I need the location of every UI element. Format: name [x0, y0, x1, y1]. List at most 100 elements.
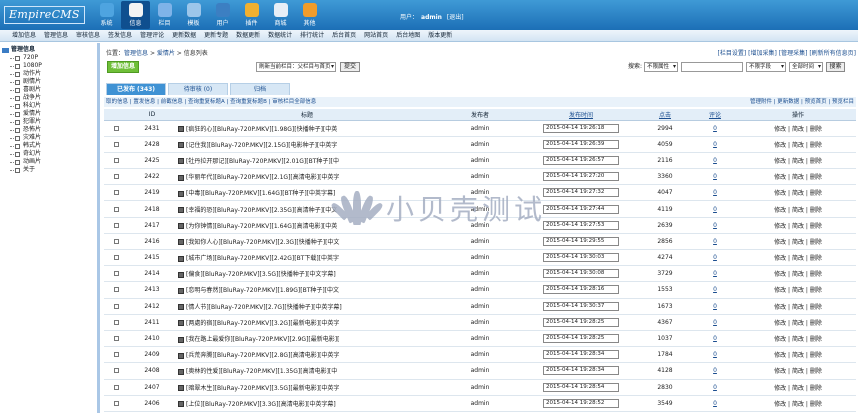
action-links-left[interactable]: 取的信息 | 置发信息 | 前截信息 | 查询重复标题A | 查询重复标题B |… — [106, 99, 316, 105]
quick-edit-link[interactable]: 简改 — [792, 368, 804, 375]
edit-link[interactable]: 修改 — [774, 223, 786, 230]
tree-item[interactable]: 犯罪片 — [2, 118, 95, 126]
tree-item[interactable]: 奇幻片 — [2, 150, 95, 158]
delete-link[interactable]: 删除 — [810, 401, 822, 408]
delete-link[interactable]: 删除 — [810, 158, 822, 165]
tree-item[interactable]: 720P — [2, 54, 95, 62]
row-title[interactable]: [我在路上最爱你][BluRay-720P.MKV][2.9G][最新电影][ — [186, 336, 339, 343]
row-checkbox[interactable] — [113, 336, 119, 342]
tab-2[interactable]: 归档 — [230, 83, 290, 95]
col-comments[interactable]: 评论 — [690, 109, 740, 121]
row-comments[interactable]: 0 — [713, 335, 717, 342]
subnav-item[interactable]: 版本更新 — [428, 30, 452, 41]
row-comments[interactable]: 0 — [713, 222, 717, 229]
row-title[interactable]: [偏食][BluRay-720P.MKV][3.5G][快播种子][中文字幕] — [186, 271, 336, 278]
tree-item[interactable]: 动画片 — [2, 158, 95, 166]
quick-edit-link[interactable]: 简改 — [792, 207, 804, 214]
delete-link[interactable]: 删除 — [810, 271, 822, 278]
topnav-item-5[interactable]: 插件 — [237, 1, 266, 29]
topnav-item-6[interactable]: 商城 — [266, 1, 295, 29]
row-time-input[interactable]: 2015-04-14 19:28:25 — [543, 334, 619, 344]
empirecms-logo[interactable]: EmpireCMS — [4, 6, 85, 24]
tree-item[interactable]: 科幻片 — [2, 102, 95, 110]
quick-edit-link[interactable]: 简改 — [792, 320, 804, 327]
row-title[interactable]: [为你钟情][BluRay-720P.MKV][1.64G][高清电影][中英 — [186, 223, 337, 230]
row-time-input[interactable]: 2015-04-14 19:27:32 — [543, 188, 619, 198]
row-time-input[interactable]: 2015-04-14 19:30:37 — [543, 301, 619, 311]
topnav-item-2[interactable]: 栏目 — [150, 1, 179, 29]
edit-link[interactable]: 修改 — [774, 174, 786, 181]
row-title[interactable]: [牡丹拉开那记][BluRay-720P.MKV][2.01G][BT种子][中 — [186, 158, 339, 165]
top-right-links[interactable]: [栏目设置] [增加采集] [管理采集] [刷新所有信息页] — [718, 48, 856, 57]
edit-link[interactable]: 修改 — [774, 385, 786, 392]
quick-edit-link[interactable]: 简改 — [792, 401, 804, 408]
delete-link[interactable]: 删除 — [810, 223, 822, 230]
row-title[interactable]: [奥林的性爱][BluRay-720P.MKV][1.35G][高清电影][中 — [186, 368, 337, 375]
quick-edit-link[interactable]: 简改 — [792, 352, 804, 359]
quick-edit-link[interactable]: 简改 — [792, 287, 804, 294]
delete-link[interactable]: 删除 — [810, 255, 822, 262]
row-time-input[interactable]: 2015-04-14 19:30:03 — [543, 253, 619, 263]
topnav-item-3[interactable]: 模板 — [179, 1, 208, 29]
tree-item[interactable]: 韩式片 — [2, 142, 95, 150]
row-comments[interactable]: 0 — [713, 125, 717, 132]
row-title[interactable]: [恋明与春然][BluRay-720P.MKV][1.89G][BT种子][中文 — [186, 287, 339, 294]
topnav-item-1[interactable]: 信息 — [121, 1, 150, 29]
quick-edit-link[interactable]: 简改 — [792, 142, 804, 149]
row-time-input[interactable]: 2015-04-14 19:29:55 — [543, 236, 619, 246]
delete-link[interactable]: 删除 — [810, 320, 822, 327]
quick-edit-link[interactable]: 简改 — [792, 190, 804, 197]
tree-item[interactable]: 关于 — [2, 166, 95, 174]
delete-link[interactable]: 删除 — [810, 368, 822, 375]
row-checkbox[interactable] — [113, 157, 119, 163]
search-input[interactable] — [681, 62, 743, 72]
delete-link[interactable]: 删除 — [810, 352, 822, 359]
row-checkbox[interactable] — [113, 125, 119, 131]
edit-link[interactable]: 修改 — [774, 304, 786, 311]
subnav-item[interactable]: 审核信息 — [76, 30, 100, 41]
row-time-input[interactable]: 2015-04-14 19:26:39 — [543, 139, 619, 149]
tree-item[interactable]: 战争片 — [2, 94, 95, 102]
delete-link[interactable]: 删除 — [810, 142, 822, 149]
edit-link[interactable]: 修改 — [774, 287, 786, 294]
row-checkbox[interactable] — [113, 352, 119, 358]
delete-link[interactable]: 删除 — [810, 287, 822, 294]
row-checkbox[interactable] — [113, 384, 119, 390]
row-checkbox[interactable] — [113, 174, 119, 180]
edit-link[interactable]: 修改 — [774, 239, 786, 246]
subnav-item[interactable]: 排行统计 — [300, 30, 324, 41]
row-time-input[interactable]: 2015-04-14 19:28:52 — [543, 398, 619, 408]
row-time-input[interactable]: 2015-04-14 19:28:54 — [543, 382, 619, 392]
row-time-input[interactable]: 2015-04-14 19:27:44 — [543, 204, 619, 214]
row-checkbox[interactable] — [113, 206, 119, 212]
quick-edit-link[interactable]: 简改 — [792, 239, 804, 246]
tab-1[interactable]: 待审核 (0) — [168, 83, 228, 95]
tree-item[interactable]: 剧情片 — [2, 78, 95, 86]
edit-link[interactable]: 修改 — [774, 336, 786, 343]
row-time-input[interactable]: 2015-04-14 19:27:53 — [543, 220, 619, 230]
row-title[interactable]: [情人节][BluRay-720P.MKV][2.7G][快播种子][中英字幕] — [186, 304, 342, 311]
subnav-item[interactable]: 数据更新 — [236, 30, 260, 41]
row-checkbox[interactable] — [113, 287, 119, 293]
row-comments[interactable]: 0 — [713, 238, 717, 245]
subnav-item[interactable]: 网站首页 — [364, 30, 388, 41]
row-time-input[interactable]: 2015-04-14 19:27:20 — [543, 172, 619, 182]
edit-link[interactable]: 修改 — [774, 255, 786, 262]
subnav-item[interactable]: 更新数据 — [172, 30, 196, 41]
quick-edit-link[interactable]: 简改 — [792, 255, 804, 262]
tree-item[interactable]: 1080P — [2, 62, 95, 70]
row-title[interactable]: [华丽年代][BluRay-720P.MKV][2.1G][高清电影][中英字 — [186, 174, 339, 181]
quick-edit-link[interactable]: 简改 — [792, 304, 804, 311]
quick-edit-link[interactable]: 简改 — [792, 174, 804, 181]
row-time-input[interactable]: 2015-04-14 19:28:34 — [543, 366, 619, 376]
subnav-item[interactable]: 数据统计 — [268, 30, 292, 41]
edit-link[interactable]: 修改 — [774, 352, 786, 359]
row-title[interactable]: [上位][BluRay-720P.MKV][3.3G][高清电影][中英字幕] — [186, 401, 336, 408]
refresh-submit-button[interactable]: 提交 — [340, 62, 360, 72]
row-comments[interactable]: 0 — [713, 303, 717, 310]
row-comments[interactable]: 0 — [713, 270, 717, 277]
edit-link[interactable]: 修改 — [774, 126, 786, 133]
row-comments[interactable]: 0 — [713, 157, 717, 164]
search-button[interactable]: 搜索 — [826, 62, 845, 72]
row-title[interactable]: [城市广场][BluRay-720P.MKV][2.42G][BT下载][中英字 — [186, 255, 339, 262]
